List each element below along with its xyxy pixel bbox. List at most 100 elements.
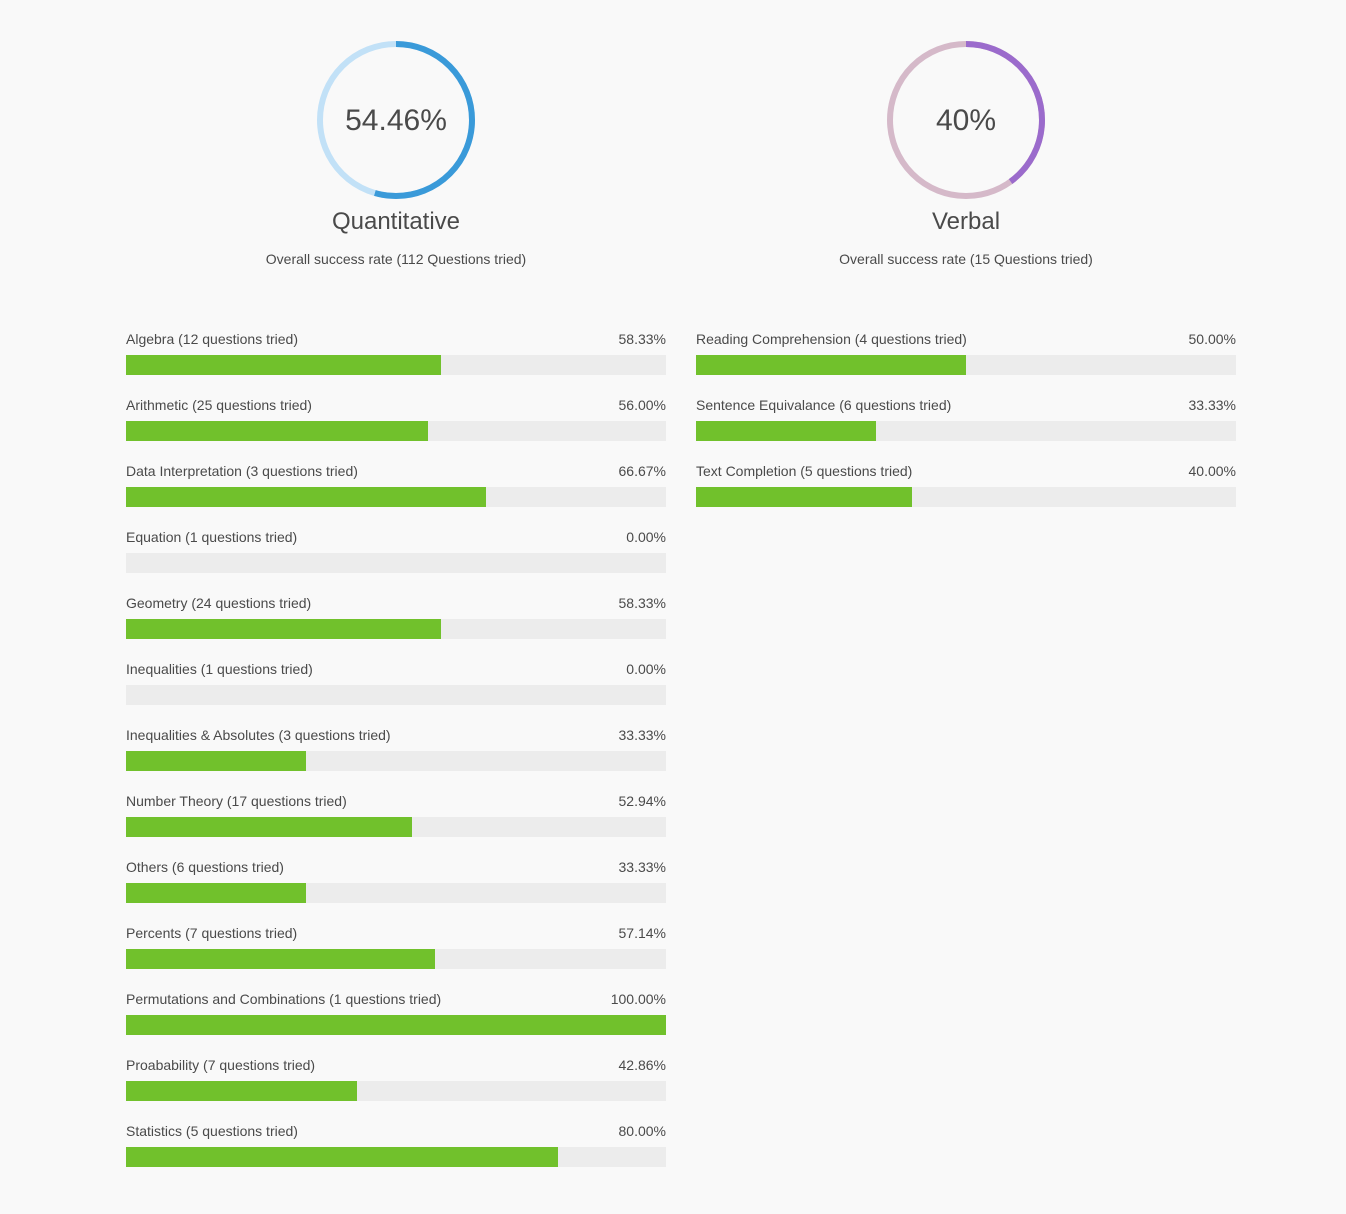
verbal-title: Verbal [931,208,1001,235]
topic-percentage: 42.86% [618,1057,666,1073]
verbal-topic-list: Reading Comprehension (4 questions tried… [696,331,1236,529]
topic-label: Reading Comprehension (4 questions tried… [696,331,967,347]
topic-progress-track [126,883,666,903]
verbal-subtitle: Overall success rate (15 Questions tried… [839,251,1093,267]
topic-progress-track [126,421,666,441]
topic-progress-track [126,1015,666,1035]
topic-progress-fill [126,1147,558,1167]
topic-percentage: 33.33% [618,859,666,875]
topic-progress-fill [126,1081,358,1101]
topic-progress-fill [126,487,487,507]
topic-label: Algebra (12 questions tried) [126,331,298,347]
topic-row: Geometry (24 questions tried) 58.33% [126,595,666,661]
topic-header: Sentence Equivalance (6 questions tried)… [696,397,1236,421]
topic-progress-fill [126,883,306,903]
quantitative-summary: 54.46% Quantitative Overall success rate… [126,0,666,300]
topic-progress-track [696,487,1236,507]
quantitative-section: 54.46% Quantitative Overall success rate… [126,0,666,1167]
topic-row: Data Interpretation (3 questions tried) 6… [126,463,666,529]
topic-header: Geometry (24 questions tried) 58.33% [126,595,666,619]
topic-header: Reading Comprehension (4 questions tried… [696,331,1236,355]
topic-percentage: 33.33% [1188,397,1236,413]
topic-row: Arithmetic (25 questions tried) 56.00% [126,397,666,463]
topic-label: Percents (7 questions tried) [126,925,298,941]
topic-percentage: 56.00% [618,397,666,413]
topic-progress-fill [126,619,441,639]
topic-row: Algebra (12 questions tried) 58.33% [126,331,666,397]
topic-label: Arithmetic (25 questions tried) [126,397,312,413]
performance-page: 54.46% Quantitative Overall success rate… [0,0,1346,1214]
topic-percentage: 100.00% [610,991,666,1007]
topic-progress-fill [696,421,876,441]
quantitative-progress-ring: 54.46% [316,40,476,200]
topic-label: Proabability (7 questions tried) [126,1057,316,1073]
topic-label: Data Interpretation (3 questions tried) [126,463,358,479]
topic-row: Permutations and Combinations (1 questio… [126,991,666,1057]
topic-row: Others (6 questions tried) 33.33% [126,859,666,925]
topic-label: Statistics (5 questions tried) [126,1123,298,1139]
topic-label: Inequalities & Absolutes (3 questions tr… [126,727,391,743]
verbal-summary: 40% Verbal Overall success rate (15 Ques… [696,0,1236,300]
topic-row: Number Theory (17 questions tried) 52.94% [126,793,666,859]
topic-progress-track [126,487,666,507]
topic-row: Statistics (5 questions tried) 80.00% [126,1123,666,1189]
topic-row: Proabability (7 questions tried) 42.86% [126,1057,666,1123]
topic-header: Others (6 questions tried) 33.33% [126,859,666,883]
topic-header: Statistics (5 questions tried) 80.00% [126,1123,666,1147]
topic-row: Percents (7 questions tried) 57.14% [126,925,666,991]
topic-progress-track [126,553,666,573]
verbal-progress-ring: 40% [886,40,1046,200]
topic-header: Proabability (7 questions tried) 42.86% [126,1057,666,1081]
topic-progress-track [126,685,666,705]
topic-progress-fill [696,355,966,375]
topic-header: Percents (7 questions tried) 57.14% [126,925,666,949]
topic-progress-track [126,1147,666,1167]
topic-header: Permutations and Combinations (1 questio… [126,991,666,1015]
topic-percentage: 50.00% [1188,331,1236,347]
topic-percentage: 57.14% [618,925,666,941]
topic-label: Equation (1 questions tried) [126,529,298,545]
topic-label: Permutations and Combinations (1 questio… [126,991,442,1007]
quantitative-topic-list: Algebra (12 questions tried) 58.33% Arithm… [126,331,666,1189]
topic-percentage: 66.67% [618,463,666,479]
topic-percentage: 33.33% [618,727,666,743]
topic-row: Reading Comprehension (4 questions tried… [696,331,1236,397]
topic-header: Number Theory (17 questions tried) 52.94% [126,793,666,817]
topic-progress-fill [126,1015,666,1035]
topic-progress-track [126,817,666,837]
topic-label: Number Theory (17 questions tried) [126,793,347,809]
topic-progress-fill [126,751,306,771]
topic-header: Data Interpretation (3 questions tried) 6… [126,463,666,487]
topic-progress-track [126,751,666,771]
topic-percentage: 58.33% [618,595,666,611]
topic-header: Inequalities (1 questions tried) 0.00% [126,661,666,685]
topic-label: Sentence Equivalance (6 questions tried) [696,397,952,413]
topic-progress-track [126,1081,666,1101]
topic-percentage: 40.00% [1188,463,1236,479]
topic-label: Geometry (24 questions tried) [126,595,312,611]
topic-progress-track [696,421,1236,441]
topic-header: Arithmetic (25 questions tried) 56.00% [126,397,666,421]
topic-header: Equation (1 questions tried) 0.00% [126,529,666,553]
topic-percentage: 80.00% [618,1123,666,1139]
topic-progress-track [126,619,666,639]
topic-percentage: 0.00% [626,661,666,677]
topic-percentage: 0.00% [626,529,666,545]
topic-label: Others (6 questions tried) [126,859,284,875]
verbal-rate-value: 40% [935,104,997,137]
topic-row: Inequalities & Absolutes (3 questions tr… [126,727,666,793]
topic-progress-fill [126,355,441,375]
topic-row: Text Completion (5 questions tried) 40.00… [696,463,1236,529]
topic-header: Algebra (12 questions tried) 58.33% [126,331,666,355]
topic-progress-fill [126,421,429,441]
topic-progress-track [696,355,1236,375]
topic-header: Text Completion (5 questions tried) 40.00… [696,463,1236,487]
quantitative-rate-value: 54.46% [345,104,447,137]
topic-percentage: 52.94% [618,793,666,809]
topic-percentage: 58.33% [618,331,666,347]
quantitative-title: Quantitative [331,208,461,235]
topic-row: Sentence Equivalance (6 questions tried)… [696,397,1236,463]
topic-label: Text Completion (5 questions tried) [696,463,913,479]
topic-progress-fill [126,949,435,969]
topic-progress-fill [696,487,912,507]
